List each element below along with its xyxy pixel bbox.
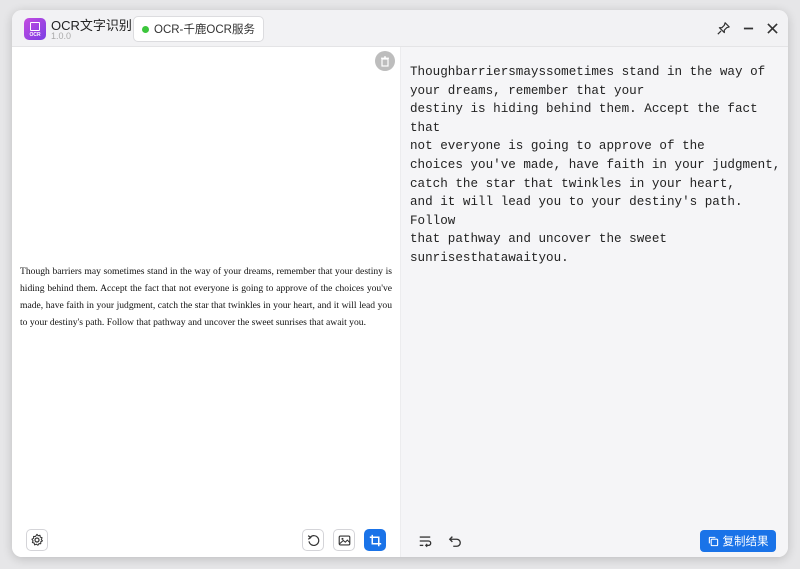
close-button[interactable] [763, 19, 781, 37]
text-wrap-button[interactable] [416, 532, 434, 550]
app-logo-tag: OCR [29, 32, 41, 38]
app-version: 1.0.0 [51, 31, 72, 41]
rotate-button[interactable] [302, 529, 324, 551]
ocr-service-label: OCR-千鹿OCR服务 [154, 24, 255, 36]
result-panel: Thoughbarriersmayssometimes stand in the… [401, 47, 788, 557]
image-button[interactable] [333, 529, 355, 551]
ocr-service-selector[interactable]: OCR-千鹿OCR服务 [133, 16, 264, 42]
image-panel: Though barriers may sometimes stand in t… [12, 47, 401, 557]
pin-icon [716, 21, 730, 35]
crop-button[interactable] [364, 529, 386, 551]
clear-image-button[interactable] [375, 51, 395, 71]
minimize-icon [743, 27, 753, 29]
copy-result-button[interactable]: 复制结果 [700, 530, 776, 552]
undo-button[interactable] [446, 532, 464, 550]
rotate-icon [307, 534, 319, 546]
source-image-text: Though barriers may sometimes stand in t… [20, 266, 392, 328]
copy-icon [708, 536, 718, 546]
pin-button[interactable] [714, 19, 732, 37]
trash-icon [381, 55, 389, 67]
image-icon [338, 534, 350, 546]
text-wrap-icon [419, 536, 432, 548]
status-dot-icon [142, 25, 149, 33]
minimize-button[interactable] [739, 19, 757, 37]
crop-icon [369, 534, 381, 546]
settings-button[interactable] [26, 529, 48, 551]
copy-result-label: 复制结果 [722, 536, 769, 548]
ocr-result-text[interactable]: Thoughbarriersmayssometimes stand in the… [410, 63, 782, 268]
app-window: OCR OCR文字识别 1.0.0 OCR-千鹿OCR服务 Though bar… [12, 10, 788, 557]
app-logo-icon: OCR [24, 18, 46, 40]
close-icon [766, 22, 778, 34]
undo-icon [448, 536, 461, 547]
gear-icon [31, 533, 43, 546]
title-bar: OCR OCR文字识别 1.0.0 OCR-千鹿OCR服务 [12, 10, 788, 47]
